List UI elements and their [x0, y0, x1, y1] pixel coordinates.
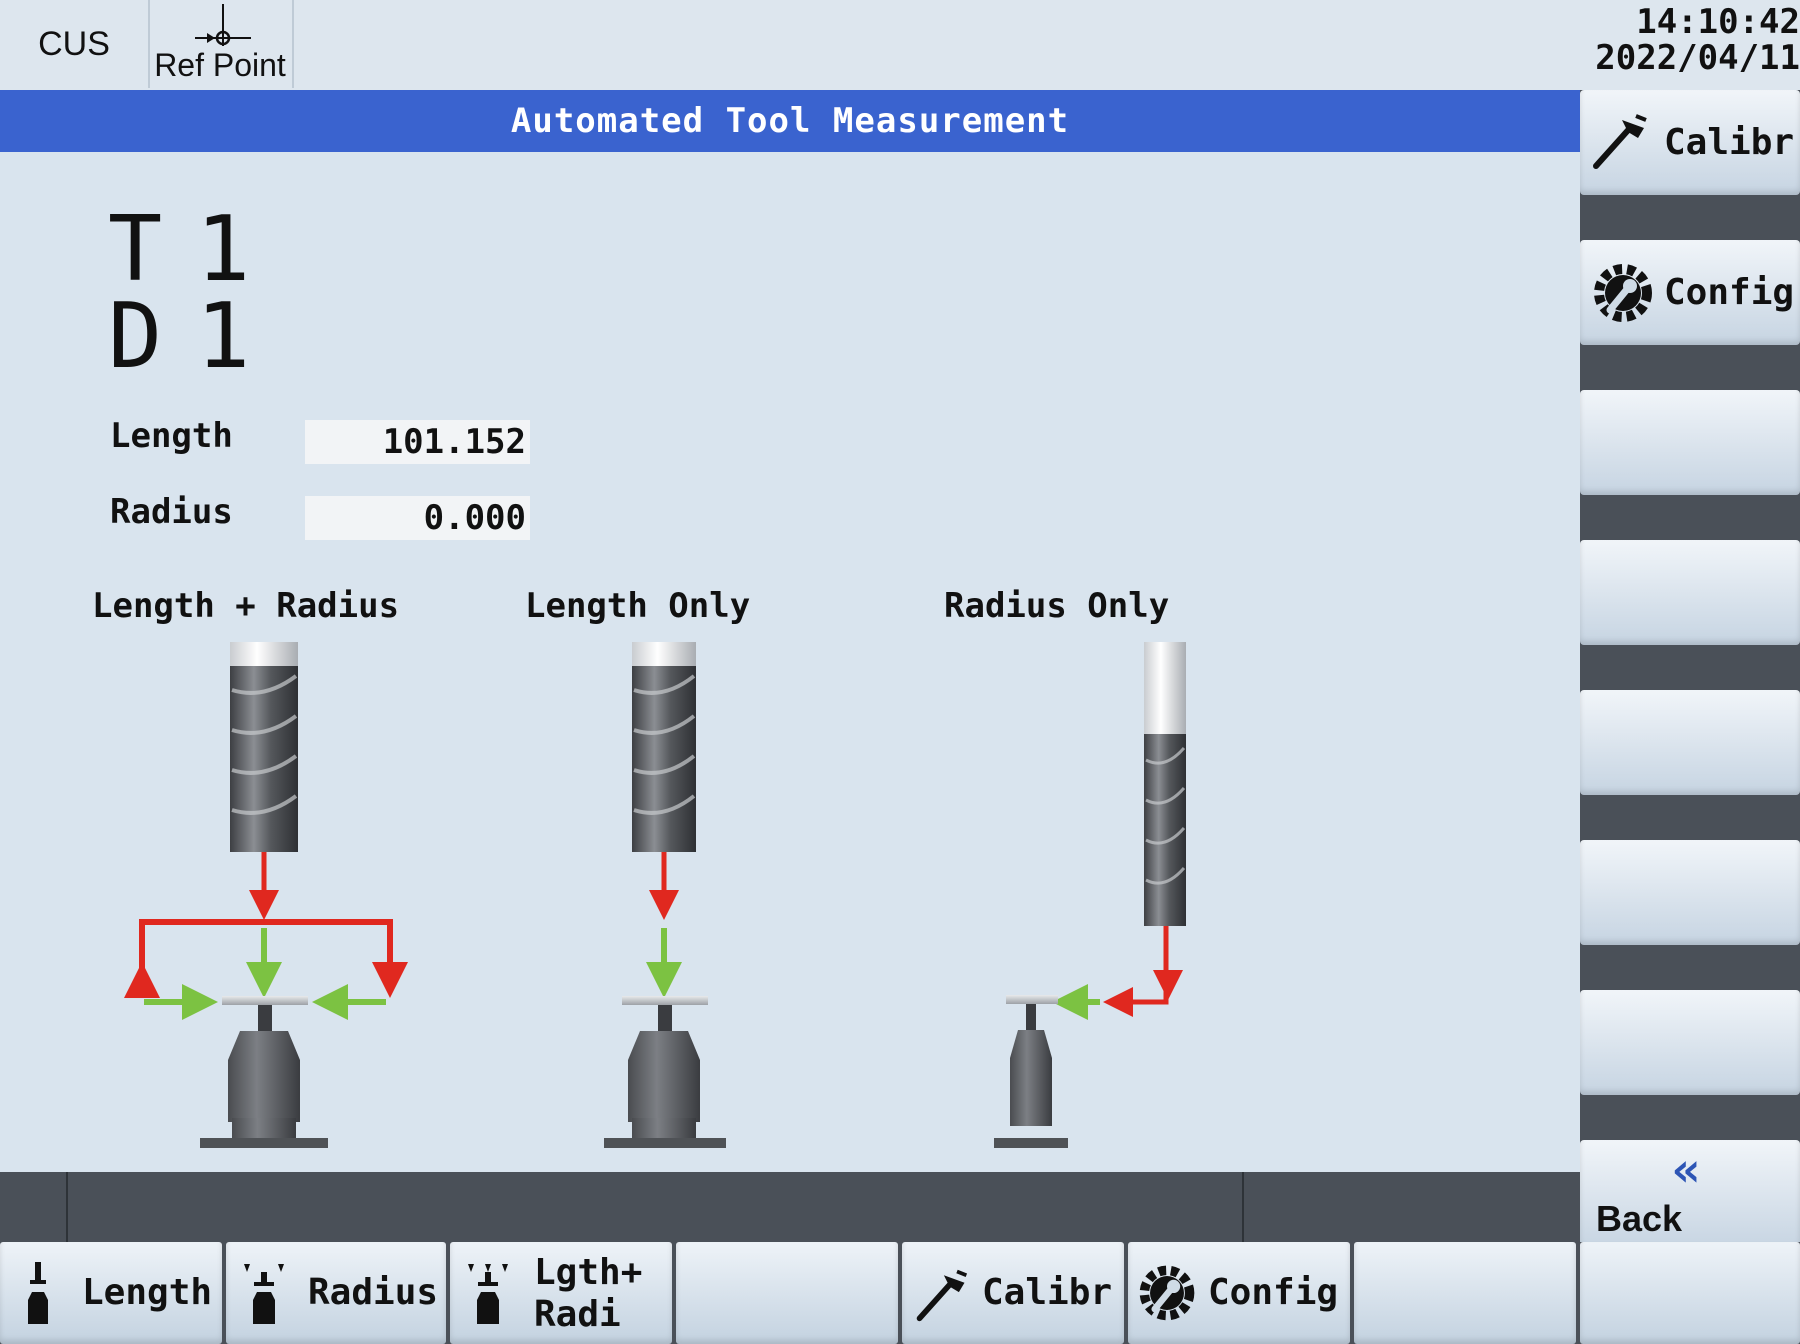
- gear-wrench-icon: [1594, 264, 1652, 322]
- tool-probe-3: [994, 995, 1068, 1148]
- end-mill-tool-3: [1144, 642, 1186, 926]
- probe-length-radius-icon: [468, 1264, 508, 1324]
- calibrate-softkey[interactable]: Calibr: [1580, 90, 1800, 195]
- calibrate-label: Calibr: [1664, 122, 1795, 163]
- end-mill-tool-1: [230, 642, 298, 852]
- empty-bottom-softkey-7[interactable]: [1354, 1242, 1576, 1344]
- double-chevron-left-icon: «: [1672, 1142, 1701, 1198]
- end-mill-tool-2: [632, 642, 696, 852]
- empty-softkey-4[interactable]: [1580, 540, 1800, 645]
- length-radius-softkey[interactable]: Lgth+ Radi: [450, 1242, 672, 1344]
- radius-softkey[interactable]: Radius: [226, 1242, 446, 1344]
- caliper-icon: [916, 1269, 968, 1322]
- empty-softkey-3[interactable]: [1580, 390, 1800, 495]
- length-radius-diagram: [124, 642, 408, 1148]
- back-label: Back: [1596, 1198, 1683, 1239]
- length-softkey-label: Length: [82, 1272, 213, 1313]
- calibrate-bottom-label: Calibr: [982, 1272, 1113, 1313]
- horizontal-softkey-bar: Length Radius Lgth+ Radi Calibr Config: [0, 1242, 1800, 1344]
- config-bottom-label: Config: [1208, 1272, 1339, 1313]
- vertical-softkey-panel: Calibr Config « Back: [1580, 90, 1800, 1250]
- empty-softkey-6[interactable]: [1580, 840, 1800, 945]
- config-softkey[interactable]: Config: [1580, 240, 1800, 345]
- gear-wrench-icon: [1139, 1265, 1195, 1321]
- lgth-radi-line2: Radi: [534, 1294, 621, 1335]
- measurement-diagrams: [124, 642, 1186, 1148]
- empty-softkey-5[interactable]: [1580, 690, 1800, 795]
- probe-radius-icon: [244, 1264, 284, 1324]
- clock-date: 2022/04/11: [1595, 38, 1800, 78]
- radius-softkey-label: Radius: [308, 1272, 439, 1313]
- empty-bottom-softkey-8[interactable]: [1580, 1242, 1800, 1344]
- radius-only-diagram: [994, 642, 1186, 1148]
- clock: 14:10:42 2022/04/11: [1570, 4, 1800, 76]
- config-bottom-softkey[interactable]: Config: [1128, 1242, 1350, 1344]
- empty-bottom-softkey-4[interactable]: [676, 1242, 898, 1344]
- back-softkey[interactable]: « Back: [1580, 1140, 1800, 1250]
- empty-softkey-7[interactable]: [1580, 990, 1800, 1095]
- calibrate-bottom-softkey[interactable]: Calibr: [902, 1242, 1124, 1344]
- tool-probe-1: [200, 996, 328, 1148]
- length-only-diagram: [604, 642, 726, 1148]
- config-label: Config: [1664, 272, 1795, 313]
- message-line: [0, 1172, 1580, 1242]
- length-softkey[interactable]: Length: [0, 1242, 222, 1344]
- caliper-icon: [1593, 114, 1647, 169]
- lgth-radi-line1: Lgth+: [534, 1252, 643, 1293]
- clock-time: 14:10:42: [1636, 2, 1800, 42]
- tool-probe-2: [604, 996, 726, 1148]
- probe-length-icon: [28, 1262, 48, 1324]
